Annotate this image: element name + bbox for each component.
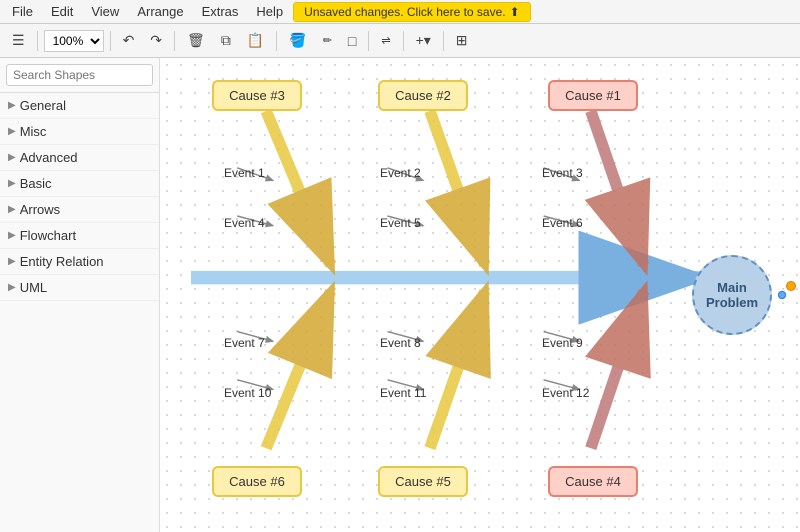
sidebar-item-arrows-label: Arrows (20, 202, 60, 217)
cause-6-label: Cause #6 (229, 474, 285, 489)
sidebar-item-misc[interactable]: ▶ Misc (0, 119, 159, 145)
event-10-label: Event 10 (224, 386, 271, 400)
delete-button[interactable]: 🗑 (181, 28, 211, 53)
paste-button[interactable]: 📋 (241, 28, 270, 53)
main-area: ▶ General ▶ Misc ▶ Advanced ▶ Basic ▶ Ar… (0, 58, 800, 532)
chevron-right-icon: ▶ (8, 256, 16, 267)
sidebar: ▶ General ▶ Misc ▶ Advanced ▶ Basic ▶ Ar… (0, 58, 160, 532)
connection-button[interactable]: ⇌ (375, 30, 396, 51)
menu-view[interactable]: View (83, 2, 127, 21)
page-button[interactable]: ☰ (6, 28, 31, 53)
sidebar-item-er-label: Entity Relation (20, 254, 104, 269)
event-11-label: Event 11 (380, 386, 426, 400)
event-7-label: Event 7 (224, 336, 265, 350)
event-4-label: Event 4 (224, 216, 265, 230)
sep-1 (37, 31, 38, 51)
cause-3-box[interactable]: Cause #3 (212, 80, 302, 111)
event-8-label: Event 8 (380, 336, 421, 350)
save-icon: ⬆ (510, 5, 520, 19)
cause-4-box[interactable]: Cause #4 (548, 466, 638, 497)
cause-6-box[interactable]: Cause #6 (212, 466, 302, 497)
search-input[interactable] (6, 64, 153, 86)
event-6-label: Event 6 (542, 216, 583, 230)
table-button[interactable]: ⊞ (450, 28, 474, 53)
cause-4-label: Cause #4 (565, 474, 621, 489)
sep-5 (368, 31, 369, 51)
menu-help[interactable]: Help (248, 2, 291, 21)
chevron-right-icon: ▶ (8, 204, 16, 215)
toolbar: ☰ 100%75%125%150% ↶ ↷ 🗑 ⧉ 📋 🪣 ✏ □ ⇌ +▾ ⊞ (0, 24, 800, 58)
undo-button[interactable]: ↶ (117, 28, 141, 53)
sidebar-item-general[interactable]: ▶ General (0, 93, 159, 119)
sep-4 (276, 31, 277, 51)
chevron-right-icon: ▶ (8, 282, 16, 293)
redo-button[interactable]: ↷ (144, 28, 168, 53)
menu-bar: File Edit View Arrange Extras Help Unsav… (0, 0, 800, 24)
shape-button[interactable]: □ (342, 29, 362, 53)
sidebar-item-flowchart[interactable]: ▶ Flowchart (0, 223, 159, 249)
menu-extras[interactable]: Extras (194, 2, 247, 21)
sidebar-item-flowchart-label: Flowchart (20, 228, 76, 243)
chevron-right-icon: ▶ (8, 178, 16, 189)
cause-1-box[interactable]: Cause #1 (548, 80, 638, 111)
event-12-label: Event 12 (542, 386, 589, 400)
unsaved-text: Unsaved changes. Click here to save. (304, 5, 505, 19)
chevron-right-icon: ▶ (8, 126, 16, 137)
menu-file[interactable]: File (4, 2, 41, 21)
handle-right[interactable] (778, 291, 786, 299)
sidebar-item-advanced[interactable]: ▶ Advanced (0, 145, 159, 171)
copy-button[interactable]: ⧉ (215, 28, 237, 53)
sidebar-item-uml-label: UML (20, 280, 47, 295)
sidebar-item-basic[interactable]: ▶ Basic (0, 171, 159, 197)
sidebar-item-general-label: General (20, 98, 66, 113)
sidebar-item-arrows[interactable]: ▶ Arrows (0, 197, 159, 223)
sidebar-item-entity-relation[interactable]: ▶ Entity Relation (0, 249, 159, 275)
main-problem-shape[interactable]: MainProblem (692, 255, 772, 335)
cause-2-box[interactable]: Cause #2 (378, 80, 468, 111)
sidebar-item-uml[interactable]: ▶ UML (0, 275, 159, 301)
event-2-label: Event 2 (380, 166, 421, 180)
menu-arrange[interactable]: Arrange (129, 2, 191, 21)
sep-6 (403, 31, 404, 51)
sep-2 (110, 31, 111, 51)
event-9-label: Event 9 (542, 336, 583, 350)
event-5-label: Event 5 (380, 216, 421, 230)
menu-edit[interactable]: Edit (43, 2, 81, 21)
main-problem-label: MainProblem (706, 280, 758, 310)
unsaved-banner[interactable]: Unsaved changes. Click here to save. ⬆ (293, 2, 531, 22)
chevron-right-icon: ▶ (8, 100, 16, 111)
sidebar-items: ▶ General ▶ Misc ▶ Advanced ▶ Basic ▶ Ar… (0, 93, 159, 532)
cause-1-label: Cause #1 (565, 88, 621, 103)
line-color-button[interactable]: ✏ (317, 30, 338, 51)
event-1-label: Event 1 (224, 166, 265, 180)
sidebar-item-advanced-label: Advanced (20, 150, 78, 165)
sep-3 (174, 31, 175, 51)
cause-5-box[interactable]: Cause #5 (378, 466, 468, 497)
insert-button[interactable]: +▾ (410, 28, 437, 53)
chevron-right-icon: ▶ (8, 230, 16, 241)
cause-5-label: Cause #5 (395, 474, 451, 489)
search-box (0, 58, 159, 93)
chevron-right-icon: ▶ (8, 152, 16, 163)
fill-color-button[interactable]: 🪣 (283, 28, 312, 53)
event-3-label: Event 3 (542, 166, 583, 180)
zoom-select[interactable]: 100%75%125%150% (44, 30, 104, 52)
sidebar-item-basic-label: Basic (20, 176, 52, 191)
rotate-handle[interactable] (786, 281, 796, 291)
cause-3-label: Cause #3 (229, 88, 285, 103)
sidebar-item-misc-label: Misc (20, 124, 47, 139)
sep-7 (443, 31, 444, 51)
canvas[interactable]: Cause #3 Cause #2 Cause #1 Cause #6 Caus… (160, 58, 800, 532)
cause-2-label: Cause #2 (395, 88, 451, 103)
